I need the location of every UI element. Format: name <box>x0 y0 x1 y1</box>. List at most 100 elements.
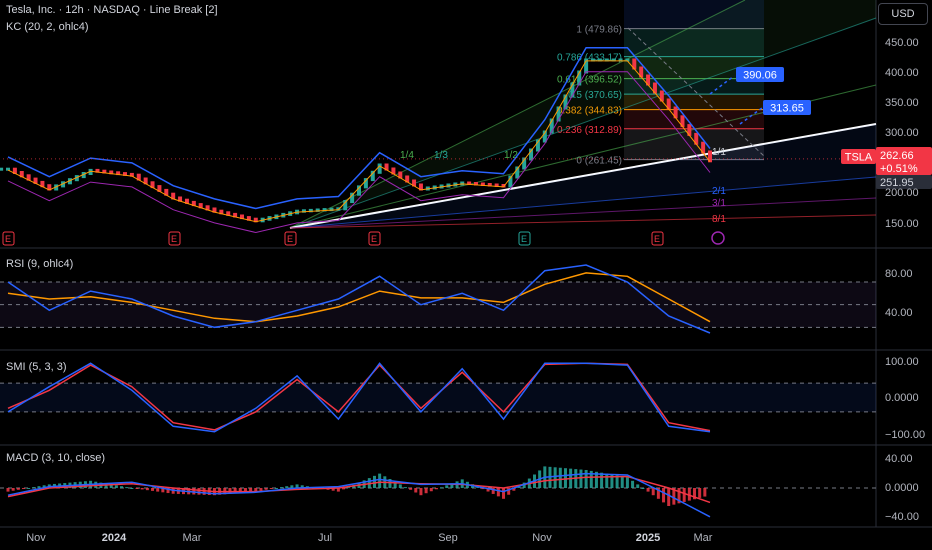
kc-indicator-label[interactable]: KC (20, 2, ohlc4) <box>6 21 89 33</box>
smi-tick: −100.00 <box>885 429 926 441</box>
time-tick: 2025 <box>635 532 661 544</box>
rsi-tick: 40.00 <box>885 307 913 319</box>
price-tick: 350.00 <box>885 97 919 109</box>
macd-histogram-bar <box>445 485 449 488</box>
macd-histogram-bar <box>135 488 139 489</box>
macd-histogram-bar <box>553 467 557 488</box>
macd-histogram-bar <box>290 485 294 488</box>
target-badge-text: 390.06 <box>743 70 777 82</box>
macd-histogram-bar <box>280 487 284 489</box>
macd-histogram-bar <box>378 473 382 488</box>
macd-histogram-bar <box>409 488 413 490</box>
macd-histogram-bar <box>440 487 444 489</box>
time-tick: Nov <box>532 532 552 544</box>
macd-histogram-bar <box>434 488 438 490</box>
macd-histogram-bar <box>646 488 650 492</box>
fib-level-label: 1 (479.86) <box>576 25 622 36</box>
macd-pane-label[interactable]: MACD (3, 10, close) <box>6 452 105 464</box>
symbol-title[interactable]: Tesla, Inc. · 12h · NASDAQ · Line Break … <box>6 4 218 16</box>
price-tick: 150.00 <box>885 218 919 230</box>
gann-fan-label: 3/1 <box>712 198 726 209</box>
macd-histogram-bar <box>662 488 666 503</box>
macd-histogram-bar <box>259 488 263 491</box>
fib-level-label: 0.786 (433.17) <box>557 53 622 64</box>
macd-histogram-bar <box>620 476 624 488</box>
macd-histogram-bar <box>605 473 609 488</box>
fib-zone <box>624 109 764 129</box>
macd-histogram-bar <box>264 488 268 490</box>
rsi-tick: 80.00 <box>885 268 913 280</box>
macd-histogram-bar <box>398 484 402 488</box>
earnings-marker-label: E <box>5 234 11 244</box>
rsi-pane-label[interactable]: RSI (9, ohlc4) <box>6 258 73 270</box>
macd-histogram-bar <box>120 486 124 488</box>
macd-tick: 0.0000 <box>885 482 919 494</box>
smi-pane-label[interactable]: SMI (5, 3, 3) <box>6 361 67 373</box>
macd-histogram-bar <box>197 488 201 495</box>
macd-histogram-bar <box>502 488 506 499</box>
price-brick <box>0 167 4 171</box>
macd-histogram-bar <box>403 487 407 489</box>
price-tick: 400.00 <box>885 67 919 79</box>
gann-fan-label: 1/3 <box>434 150 448 161</box>
macd-histogram-bar <box>625 477 629 488</box>
gann-fan-label: 2/1 <box>712 186 726 197</box>
ticker-badge-text: TSLA <box>845 152 873 164</box>
macd-histogram-bar <box>342 488 346 490</box>
macd-histogram-bar <box>274 488 278 489</box>
time-tick: Mar <box>182 532 202 544</box>
macd-histogram-bar <box>641 488 645 489</box>
earnings-marker-label: E <box>171 234 177 244</box>
price-tick: 200.00 <box>885 187 919 199</box>
price-brick <box>377 163 382 174</box>
chart-canvas[interactable]: 1 (479.86)0.786 (433.17)0.618 (396.52)0.… <box>0 0 932 550</box>
smi-band <box>0 383 876 412</box>
change-text: +0.51% <box>880 163 918 175</box>
macd-histogram-bar <box>32 487 36 489</box>
gann-fan-label: 1/1 <box>712 147 726 158</box>
macd-histogram-bar <box>703 488 707 497</box>
macd-line <box>7 472 711 518</box>
macd-histogram-bar <box>269 488 273 489</box>
macd-histogram-bar <box>419 488 423 496</box>
macd-histogram-bar <box>16 488 20 490</box>
macd-histogram-bar <box>130 488 134 489</box>
macd-histogram-bar <box>631 480 635 488</box>
macd-histogram-bar <box>21 488 25 489</box>
macd-histogram-bar <box>140 488 144 490</box>
time-tick: Jul <box>317 532 333 544</box>
time-tick: Sep <box>438 532 458 544</box>
earnings-marker-label: E <box>287 234 293 244</box>
time-tick: 2024 <box>101 532 127 544</box>
earnings-marker-label: E <box>654 234 660 244</box>
macd-histogram-bar <box>636 484 640 488</box>
macd-histogram-bar <box>285 486 289 488</box>
macd-histogram-bar <box>37 486 41 488</box>
macd-histogram-bar <box>372 475 376 488</box>
macd-histogram-bar <box>6 488 10 492</box>
price-tick: 450.00 <box>885 37 919 49</box>
currency-selector[interactable]: USD <box>878 3 928 25</box>
macd-histogram-bar <box>414 488 418 493</box>
smi-tick: 0.0000 <box>885 392 919 404</box>
gann-fan-label: 8/1 <box>712 214 726 225</box>
macd-histogram-bar <box>667 488 671 506</box>
macd-histogram-bar <box>651 488 655 496</box>
target-badge-text: 313.65 <box>770 103 804 115</box>
macd-tick: 40.00 <box>885 453 913 465</box>
macd-histogram-bar <box>682 488 686 502</box>
macd-tick: −40.00 <box>885 511 919 523</box>
macd-histogram-bar <box>125 487 129 489</box>
macd-histogram-bar <box>429 488 433 492</box>
macd-histogram-bar <box>600 472 604 488</box>
fib-level-label: 0 (261.45) <box>576 156 622 167</box>
macd-histogram-bar <box>698 488 702 498</box>
macd-histogram-bar <box>114 485 118 488</box>
smi-tick: 100.00 <box>885 356 919 368</box>
last-price-text: 262.66 <box>880 150 914 162</box>
price-tick: 300.00 <box>885 127 919 139</box>
macd-histogram-bar <box>145 488 149 491</box>
macd-histogram-bar <box>11 488 15 491</box>
earnings-marker-label: E <box>371 234 377 244</box>
macd-histogram-bar <box>156 488 160 492</box>
